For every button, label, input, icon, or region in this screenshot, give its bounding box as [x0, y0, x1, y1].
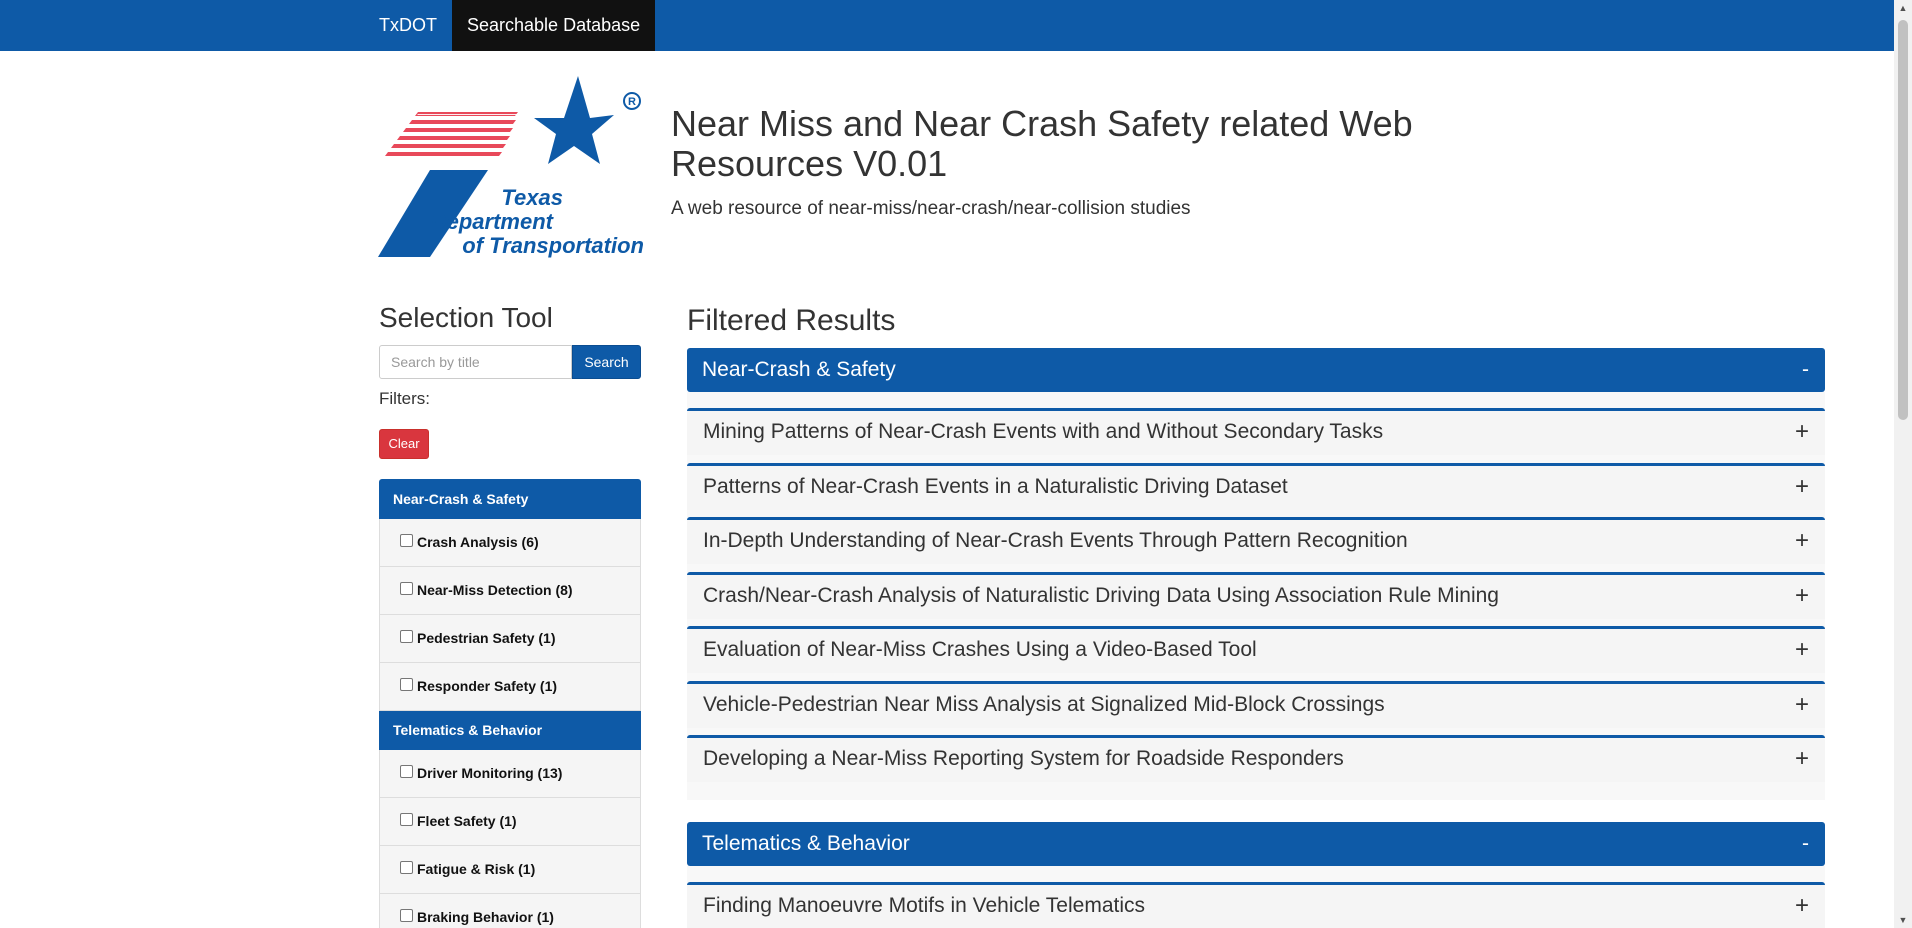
search-button[interactable]: Search — [572, 345, 641, 379]
filters-label: Filters: — [379, 389, 430, 408]
checkbox[interactable] — [400, 678, 413, 691]
filter-item-label: Crash Analysis (6) — [417, 534, 539, 550]
filter-item-label: Pedestrian Safety (1) — [417, 630, 556, 646]
filter-item-responder-safety[interactable]: Responder Safety (1) — [379, 663, 641, 711]
expand-plus-icon[interactable]: + — [1795, 885, 1809, 927]
expand-plus-icon[interactable]: + — [1795, 411, 1809, 453]
category-body: Finding Manoeuvre Motifs in Vehicle Tele… — [687, 866, 1825, 928]
checkbox[interactable] — [400, 861, 413, 874]
category-header-telematics-behavior[interactable]: Telematics & Behavior - — [687, 822, 1825, 866]
result-item[interactable]: Evaluation of Near-Miss Crashes Using a … — [687, 626, 1825, 673]
result-title: Evaluation of Near-Miss Crashes Using a … — [703, 638, 1257, 661]
page-title: Near Miss and Near Crash Safety related … — [671, 103, 1413, 184]
category-title: Telematics & Behavior — [702, 832, 910, 855]
selection-tool-heading: Selection Tool — [379, 302, 553, 333]
filter-item-label: Near-Miss Detection (8) — [417, 582, 573, 598]
filter-item-braking-behavior[interactable]: Braking Behavior (1) — [379, 894, 641, 928]
category-title: Near-Crash & Safety — [702, 358, 896, 381]
checkbox[interactable] — [400, 765, 413, 778]
page-subtitle: A web resource of near-miss/near-crash/n… — [671, 198, 1191, 219]
result-item[interactable]: Mining Patterns of Near-Crash Events wit… — [687, 408, 1825, 455]
svg-text:R: R — [628, 96, 636, 108]
logo-text-of-transportation: of Transportation — [462, 233, 644, 258]
top-navbar: TxDOT Searchable Database — [0, 0, 1894, 51]
scroll-up-arrow-icon[interactable]: ▲ — [1898, 2, 1908, 14]
result-title: Developing a Near-Miss Reporting System … — [703, 747, 1344, 770]
filter-item-driver-monitoring[interactable]: Driver Monitoring (13) — [379, 750, 641, 798]
page-scrollbar[interactable]: ▲ ▼ — [1894, 0, 1912, 928]
filter-item-crash-analysis[interactable]: Crash Analysis (6) — [379, 519, 641, 567]
category-header-near-crash-safety[interactable]: Near-Crash & Safety - — [687, 348, 1825, 392]
result-title: Mining Patterns of Near-Crash Events wit… — [703, 420, 1384, 443]
result-item[interactable]: Vehicle-Pedestrian Near Miss Analysis at… — [687, 680, 1825, 728]
expand-plus-icon[interactable]: + — [1795, 684, 1809, 726]
search-input[interactable] — [379, 345, 572, 379]
filter-item-label: Braking Behavior (1) — [417, 909, 554, 925]
category-spacer — [687, 800, 1825, 822]
result-item[interactable]: Crash/Near-Crash Analysis of Naturalisti… — [687, 571, 1825, 619]
results-list: Near-Crash & Safety - Mining Patterns of… — [687, 348, 1825, 928]
result-title: Finding Manoeuvre Motifs in Vehicle Tele… — [703, 894, 1145, 917]
filter-group-telematics-behavior[interactable]: Telematics & Behavior — [379, 711, 641, 750]
result-item[interactable]: In-Depth Understanding of Near-Crash Eve… — [687, 517, 1825, 564]
txdot-logo: R Texas Department of Transportation — [378, 74, 644, 260]
logo-text-department: Department — [430, 209, 553, 234]
expand-plus-icon[interactable]: + — [1795, 738, 1809, 780]
result-item[interactable]: Patterns of Near-Crash Events in a Natur… — [687, 462, 1825, 510]
scrollbar-thumb[interactable] — [1898, 20, 1908, 420]
result-title: Crash/Near-Crash Analysis of Naturalisti… — [703, 583, 1499, 607]
scroll-down-arrow-icon[interactable]: ▼ — [1898, 914, 1908, 926]
expand-plus-icon[interactable]: + — [1795, 466, 1809, 508]
filter-item-fleet-safety[interactable]: Fleet Safety (1) — [379, 798, 641, 846]
category-body: Mining Patterns of Near-Crash Events wit… — [687, 392, 1825, 800]
expand-plus-icon[interactable]: + — [1795, 575, 1809, 617]
result-title: Patterns of Near-Crash Events in a Natur… — [703, 474, 1288, 498]
filter-group-near-crash-safety[interactable]: Near-Crash & Safety — [379, 479, 641, 519]
checkbox[interactable] — [400, 582, 413, 595]
expand-plus-icon[interactable]: + — [1795, 520, 1809, 562]
checkbox[interactable] — [400, 813, 413, 826]
result-title: In-Depth Understanding of Near-Crash Eve… — [703, 529, 1408, 552]
result-item[interactable]: Finding Manoeuvre Motifs in Vehicle Tele… — [687, 882, 1825, 928]
collapse-icon[interactable]: - — [1802, 348, 1809, 392]
filter-item-pedestrian-safety[interactable]: Pedestrian Safety (1) — [379, 615, 641, 663]
checkbox[interactable] — [400, 630, 413, 643]
collapse-icon[interactable]: - — [1802, 822, 1809, 866]
result-title: Vehicle-Pedestrian Near Miss Analysis at… — [703, 692, 1385, 716]
logo-text-texas: Texas — [501, 185, 563, 210]
filter-panel: Near-Crash & Safety Crash Analysis (6) N… — [379, 479, 641, 928]
filter-item-near-miss-detection[interactable]: Near-Miss Detection (8) — [379, 567, 641, 615]
filter-item-fatigue-risk[interactable]: Fatigue & Risk (1) — [379, 846, 641, 894]
filter-item-label: Fatigue & Risk (1) — [417, 861, 536, 877]
clear-filters-button[interactable]: Clear — [379, 429, 429, 459]
checkbox[interactable] — [400, 534, 413, 547]
checkbox[interactable] — [400, 909, 413, 922]
filter-item-label: Fleet Safety (1) — [417, 813, 517, 829]
nav-brand-txdot[interactable]: TxDOT — [365, 0, 451, 51]
expand-plus-icon[interactable]: + — [1795, 629, 1809, 671]
filter-item-label: Responder Safety (1) — [417, 678, 558, 694]
result-item[interactable]: Developing a Near-Miss Reporting System … — [687, 735, 1825, 782]
nav-tab-searchable-database[interactable]: Searchable Database — [452, 0, 656, 51]
filter-item-label: Driver Monitoring (13) — [417, 765, 563, 781]
filtered-results-heading: Filtered Results — [687, 304, 896, 337]
